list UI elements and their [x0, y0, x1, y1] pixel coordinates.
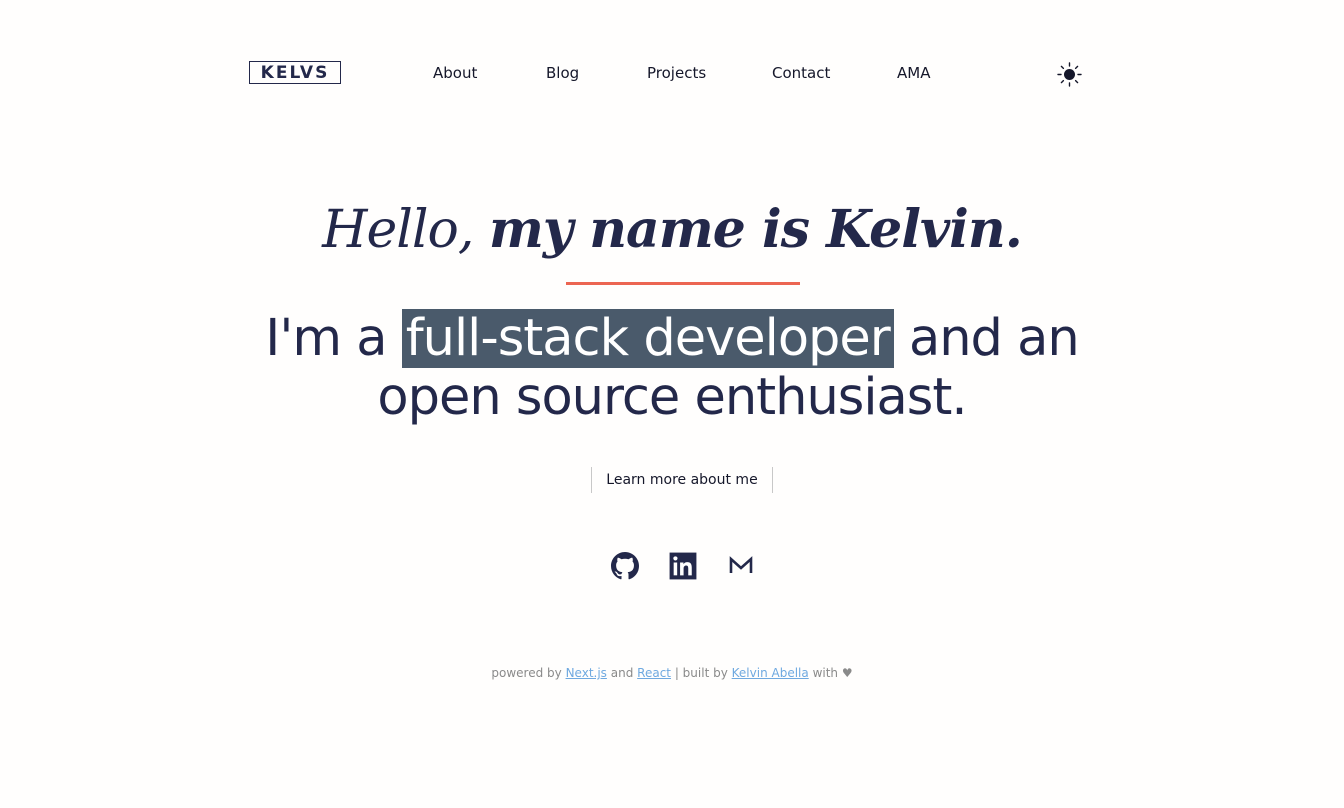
footer-author-link[interactable]: Kelvin Abella	[732, 666, 809, 680]
greeting-hello: Hello,	[322, 200, 489, 260]
nav-item-ama[interactable]: AMA	[897, 64, 930, 82]
site-footer: powered by Next.js and React | built by …	[0, 666, 1344, 680]
sun-icon	[1057, 62, 1082, 87]
hero-greeting: Hello, my name is Kelvin.	[0, 192, 1344, 268]
footer-with: with	[812, 666, 839, 680]
greeting-underline	[566, 282, 800, 285]
tagline-prefix: I'm a	[265, 309, 402, 368]
github-link[interactable]	[611, 552, 639, 580]
nav-item-contact[interactable]: Contact	[772, 64, 830, 82]
linkedin-link[interactable]	[669, 552, 697, 580]
gmail-icon	[729, 556, 753, 573]
hero-tagline: I'm a full-stack developer and an open s…	[0, 309, 1344, 427]
tagline-highlight: full-stack developer	[401, 309, 894, 368]
linkedin-icon	[669, 552, 697, 580]
theme-toggle-button[interactable]	[1057, 62, 1082, 87]
learn-more-button[interactable]: Learn more about me	[591, 467, 773, 493]
heart-icon: ♥	[841, 666, 853, 680]
footer-and: and	[610, 666, 634, 680]
footer-built-by: | built by	[674, 666, 728, 680]
tagline-line2: open source enthusiast.	[377, 368, 967, 427]
tagline-suffix: and an	[893, 309, 1080, 368]
nav-item-about[interactable]: About	[433, 64, 477, 82]
nav-item-blog[interactable]: Blog	[546, 64, 579, 82]
site-logo[interactable]: KELVS	[249, 61, 341, 84]
github-icon	[611, 552, 639, 580]
footer-powered-by: powered by	[491, 666, 562, 680]
footer-react-link[interactable]: React	[637, 666, 671, 680]
greeting-name: my name is Kelvin.	[488, 199, 1023, 260]
footer-nextjs-link[interactable]: Next.js	[566, 666, 607, 680]
gmail-link[interactable]	[727, 552, 755, 580]
nav-item-projects[interactable]: Projects	[647, 64, 706, 82]
page: KELVS About Blog Projects Contact AMA He…	[0, 0, 1344, 808]
